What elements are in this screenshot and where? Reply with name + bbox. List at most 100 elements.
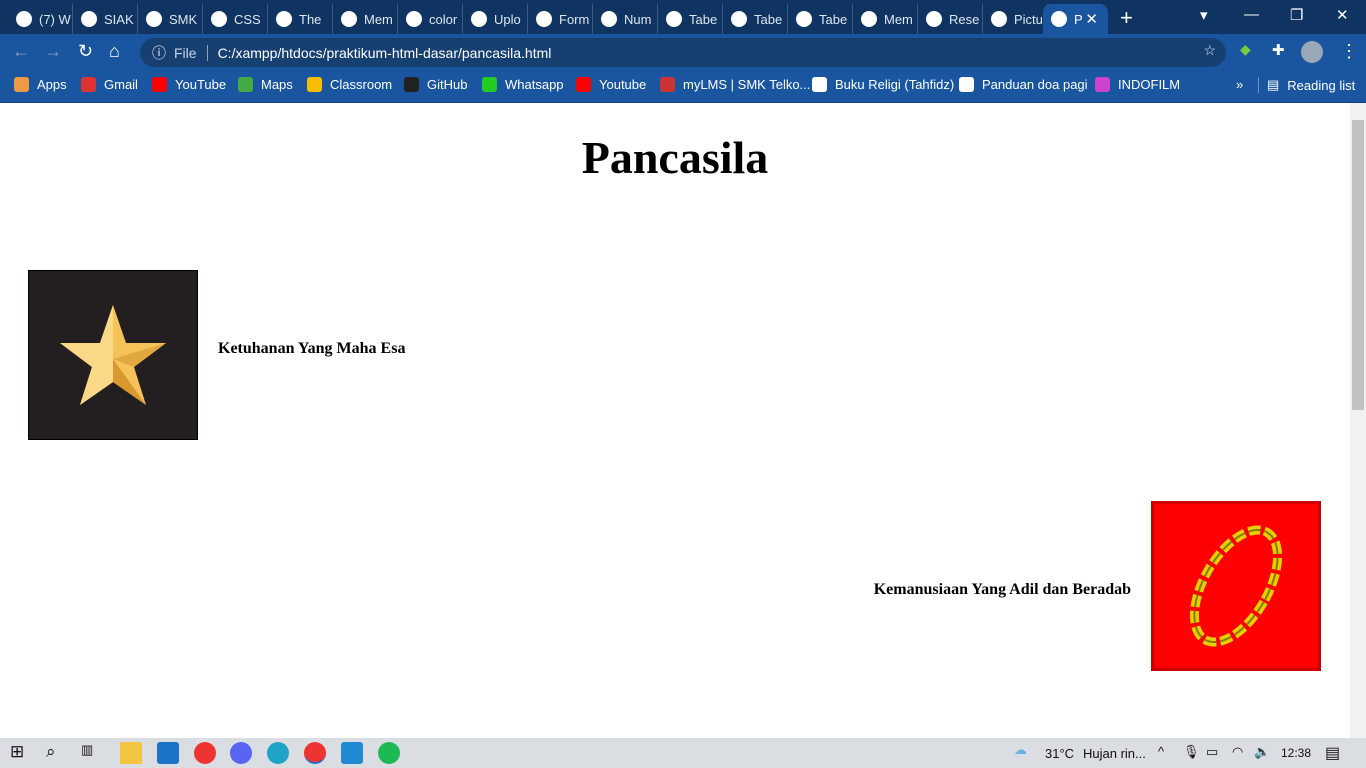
file-explorer-icon[interactable] [120, 742, 142, 764]
bookmark-item[interactable]: YouTube [152, 77, 226, 92]
reading-list-button[interactable]: ▤ Reading list [1258, 77, 1355, 93]
tab[interactable]: Tabe [658, 4, 723, 34]
vertical-scrollbar[interactable] [1350, 103, 1366, 738]
mail-icon[interactable] [157, 742, 179, 764]
bookmark-star-icon[interactable]: ☆ [1203, 42, 1216, 59]
reload-button[interactable]: ↻ [78, 41, 93, 62]
forward-button[interactable]: → [44, 41, 62, 62]
bookmarks-overflow-button[interactable]: » [1236, 77, 1243, 92]
tab[interactable]: SMK [138, 4, 203, 34]
bookmark-item[interactable]: Panduan doa pagi [959, 77, 1088, 92]
tab-label: The [299, 11, 322, 27]
sila-1-label: Ketuhanan Yang Maha Esa [218, 340, 406, 357]
bookmark-label: Classroom [330, 77, 393, 92]
tab[interactable]: Mem [333, 4, 398, 34]
bookmark-item[interactable]: Classroom [307, 77, 392, 92]
tab-label: Form [559, 11, 590, 27]
tab-strip: (7) W SIAK SMK CSS The Mem color Uplo Form Num Tab… [0, 0, 1366, 34]
bookmark-favicon-icon [812, 77, 827, 92]
home-button[interactable]: ⌂ [109, 41, 120, 62]
bookmark-item[interactable]: myLMS | SMK Telko... [660, 77, 810, 92]
tab[interactable]: SIAK [73, 4, 138, 34]
tab-active[interactable]: P ✕ [1043, 4, 1108, 34]
vscode-icon[interactable] [341, 742, 363, 764]
search-icon[interactable]: ⌕ [46, 742, 68, 764]
extension-icon[interactable]: ◆ [1240, 41, 1251, 58]
restore-button[interactable]: ❐ [1290, 6, 1303, 24]
bookmark-item[interactable]: GitHub [404, 77, 467, 92]
volume-icon[interactable]: 🔈 [1254, 744, 1270, 760]
wifi-icon[interactable]: ◠ [1232, 744, 1243, 760]
tab[interactable]: Tabe [723, 4, 788, 34]
tab-label: Mem [364, 11, 393, 27]
clock[interactable]: 12:38 [1281, 746, 1311, 760]
bookmark-label: Whatsapp [505, 77, 564, 92]
tab[interactable]: (7) W [8, 4, 73, 34]
edge-icon[interactable] [267, 742, 289, 764]
tab[interactable]: color [398, 4, 463, 34]
weather-text[interactable]: Hujan rin... [1083, 746, 1146, 761]
minimize-button[interactable]: — [1244, 6, 1259, 23]
profile-avatar[interactable] [1301, 41, 1323, 63]
bookmark-item[interactable]: Apps [14, 77, 67, 92]
tab[interactable]: Uplo [463, 4, 528, 34]
tab-label: Tabe [819, 11, 848, 27]
bookmark-label: myLMS | SMK Telko... [683, 77, 811, 92]
bookmark-favicon-icon [238, 77, 253, 92]
bookmark-favicon-icon [404, 77, 419, 92]
tab-label: (7) W [39, 11, 71, 27]
info-icon[interactable]: ⓘ [152, 43, 166, 63]
bookmark-favicon-icon [14, 77, 29, 92]
tab[interactable]: Form [528, 4, 593, 34]
weather-icon[interactable]: ☁ [1014, 742, 1036, 764]
new-tab-button[interactable]: + [1120, 5, 1133, 31]
tray-chevron-icon[interactable]: ^ [1158, 744, 1164, 759]
task-view-icon[interactable]: ▥ [81, 742, 103, 764]
discord-icon[interactable] [230, 742, 252, 764]
page-title: Pancasila [581, 132, 769, 183]
tab[interactable]: Pictu [983, 4, 1048, 34]
back-button[interactable]: ← [12, 41, 30, 62]
bookmark-item[interactable]: Buku Religi (Tahfidz) [812, 77, 954, 92]
reading-list-icon: ▤ [1267, 77, 1280, 92]
tab-search-button[interactable]: ▾ [1200, 6, 1208, 24]
tab[interactable]: CSS [203, 4, 268, 34]
bookmarks-bar: Apps Gmail YouTube Maps Classroom GitHub Whats… [0, 70, 1366, 103]
microphone-icon[interactable]: 🎙 [1183, 744, 1200, 760]
tab[interactable]: Num [593, 4, 658, 34]
sila-2-label: Kemanusiaan Yang Adil dan Beradab [873, 581, 1131, 598]
tab-label: color [429, 11, 458, 27]
weather-temp[interactable]: 31°C [1045, 746, 1074, 761]
tab-favicon-icon [471, 11, 487, 27]
bookmark-favicon-icon [959, 77, 974, 92]
tab-label: Tabe [689, 11, 718, 27]
scrollbar-thumb[interactable] [1352, 120, 1364, 410]
bookmark-item[interactable]: INDOFILM [1095, 77, 1180, 92]
chrome-active-icon[interactable] [304, 742, 326, 764]
extensions-puzzle-icon[interactable]: ✚ [1272, 41, 1285, 59]
bookmark-item[interactable]: Whatsapp [482, 77, 564, 92]
tab-favicon-icon [666, 11, 682, 27]
windows-start-icon[interactable]: ⊞ [10, 742, 32, 764]
address-bar[interactable]: ⓘ File C:/xampp/htdocs/praktikum-html-da… [140, 38, 1226, 67]
tab-favicon-icon [16, 11, 32, 27]
bookmark-item[interactable]: Youtube [576, 77, 646, 92]
bookmark-item[interactable]: Maps [238, 77, 293, 92]
bookmark-label: Apps [37, 77, 67, 92]
tab-label: Tabe [754, 11, 783, 27]
bookmark-label: Panduan doa pagi [982, 77, 1088, 92]
battery-icon[interactable]: ▭ [1206, 744, 1218, 760]
chrome-icon[interactable] [194, 742, 216, 764]
tab-favicon-icon [926, 11, 942, 27]
close-window-button[interactable]: ✕ [1336, 6, 1349, 24]
notifications-icon[interactable]: ▤ [1325, 743, 1340, 763]
spotify-icon[interactable] [378, 742, 400, 764]
menu-icon[interactable]: ⋮ [1340, 41, 1358, 62]
close-tab-icon[interactable]: ✕ [1085, 10, 1098, 28]
tab-favicon-icon [211, 11, 227, 27]
tab[interactable]: Rese [918, 4, 983, 34]
tab[interactable]: Mem [853, 4, 918, 34]
bookmark-item[interactable]: Gmail [81, 77, 138, 92]
tab[interactable]: The [268, 4, 333, 34]
tab[interactable]: Tabe [788, 4, 853, 34]
